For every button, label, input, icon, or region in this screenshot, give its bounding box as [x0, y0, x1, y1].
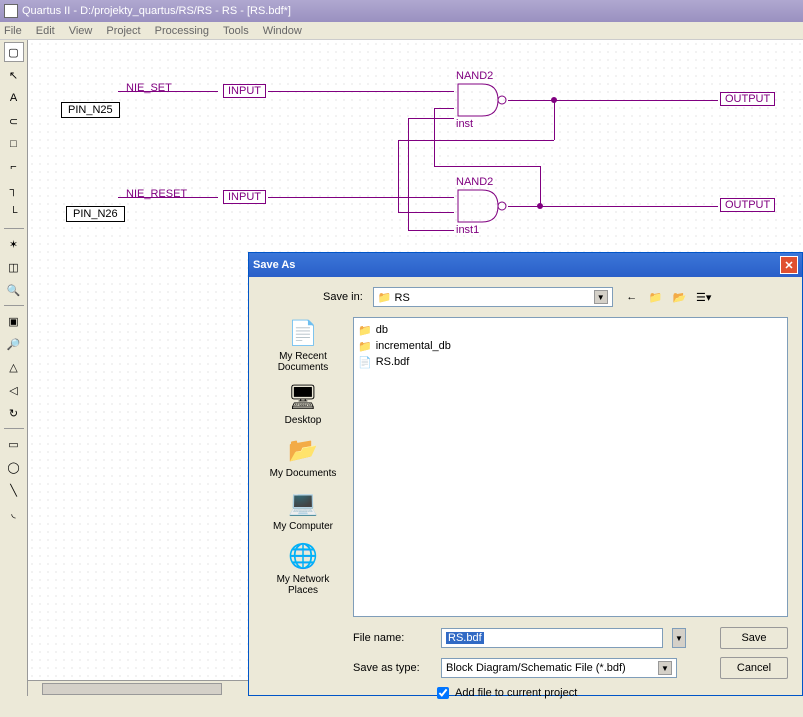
place-my-recent-documents[interactable]: 📄My Recent Documents	[263, 317, 343, 373]
file-item[interactable]: 📁db	[358, 322, 783, 338]
output-block-1: OUTPUT	[720, 92, 775, 106]
cancel-button[interactable]: Cancel	[720, 657, 788, 679]
menu-view[interactable]: View	[69, 25, 93, 37]
file-item[interactable]: 📄RS.bdf	[358, 354, 783, 370]
wire-node	[551, 97, 557, 103]
pin-n26: PIN_N26	[66, 206, 125, 222]
up-folder-icon[interactable]: 📁	[647, 288, 665, 306]
place-my-computer[interactable]: 💻My Computer	[273, 487, 333, 532]
find-icon[interactable]: 🔎	[4, 334, 24, 354]
menu-project[interactable]: Project	[106, 25, 140, 37]
text-icon[interactable]: A	[4, 88, 24, 108]
zoom-icon[interactable]: 🔍	[4, 280, 24, 300]
nand-gate-2	[454, 186, 514, 226]
fullscreen-icon[interactable]: ▣	[4, 311, 24, 331]
dialog-title: Save As	[253, 259, 295, 271]
menu-window[interactable]: Window	[263, 25, 302, 37]
partial-icon[interactable]: ◫	[4, 257, 24, 277]
net-reset-label: NIE_RESET	[126, 188, 187, 200]
filename-label: File name:	[353, 632, 431, 644]
filetype-label: Save as type:	[353, 662, 431, 674]
filetype-combo[interactable]: Block Diagram/Schematic File (*.bdf) ▼	[441, 658, 677, 678]
menu-tools[interactable]: Tools	[223, 25, 249, 37]
gate1-inst: inst	[456, 118, 473, 130]
chevron-down-icon[interactable]: ▼	[672, 628, 686, 648]
file-list[interactable]: 📁db📁incremental_db📄RS.bdf	[353, 317, 788, 617]
app-icon: ✦	[4, 4, 18, 18]
save-in-label: Save in:	[323, 291, 363, 303]
scrollbar-thumb[interactable]	[42, 683, 222, 695]
filename-input[interactable]: RS.bdf	[441, 628, 663, 648]
flip-v-icon[interactable]: ◁	[4, 380, 24, 400]
save-in-combo[interactable]: 📁 RS ▼	[373, 287, 613, 307]
ortho2-icon[interactable]: ┐	[4, 180, 24, 200]
toolbox: ▢ ↖ A ⊂ □ ⌐ ┐ └ ✶ ◫ 🔍 ▣ 🔎 △ ◁ ↻ ▭ ◯ ╲ ◟	[0, 40, 28, 696]
dialog-titlebar[interactable]: Save As ✕	[249, 253, 802, 277]
place-my-network-places[interactable]: 🌐My Network Places	[263, 540, 343, 596]
rotate-icon[interactable]: ↻	[4, 403, 24, 423]
wire-icon[interactable]: └	[4, 203, 24, 223]
place-my-documents[interactable]: 📂My Documents	[270, 434, 337, 479]
gate1-type: NAND2	[456, 70, 493, 82]
chevron-down-icon[interactable]: ▼	[658, 661, 672, 675]
window-title: Quartus II - D:/projekty_quartus/RS/RS -…	[22, 5, 291, 17]
places-bar: 📄My Recent Documents 🖥Desktop 📂My Document…	[263, 317, 343, 617]
close-icon[interactable]: ✕	[780, 256, 798, 274]
gate2-type: NAND2	[456, 176, 493, 188]
rect-icon[interactable]: □	[4, 134, 24, 154]
add-to-project-label: Add file to current project	[455, 687, 577, 699]
input-block-2: INPUT	[223, 190, 266, 204]
net-set-label: NIE_SET	[126, 82, 172, 94]
views-icon[interactable]: ☰▾	[695, 288, 713, 306]
shape-arc-icon[interactable]: ◟	[4, 503, 24, 523]
pin-n25: PIN_N25	[61, 102, 120, 118]
block-icon[interactable]: ▢	[4, 42, 24, 62]
file-item[interactable]: 📁incremental_db	[358, 338, 783, 354]
gate2-inst: inst1	[456, 224, 479, 236]
nand-gate-1	[454, 80, 514, 120]
shape-rect-icon[interactable]: ▭	[4, 434, 24, 454]
arrow-icon[interactable]: ↖	[4, 65, 24, 85]
save-as-dialog: Save As ✕ Save in: 📁 RS ▼ ← 📁 📂 ☰▾ 📄My R…	[248, 252, 803, 696]
save-button[interactable]: Save	[720, 627, 788, 649]
menu-edit[interactable]: Edit	[36, 25, 55, 37]
add-to-project-checkbox[interactable]	[437, 687, 449, 699]
input-block-1: INPUT	[223, 84, 266, 98]
chevron-down-icon[interactable]: ▼	[594, 290, 608, 304]
menu-file[interactable]: File	[4, 25, 22, 37]
flip-h-icon[interactable]: △	[4, 357, 24, 377]
output-block-2: OUTPUT	[720, 198, 775, 212]
symbol-icon[interactable]: ⊂	[4, 111, 24, 131]
wire-node	[537, 203, 543, 209]
ortho-icon[interactable]: ⌐	[4, 157, 24, 177]
menu-processing[interactable]: Processing	[155, 25, 209, 37]
shape-line-icon[interactable]: ╲	[4, 480, 24, 500]
place-desktop[interactable]: 🖥Desktop	[285, 381, 322, 426]
titlebar: ✦ Quartus II - D:/projekty_quartus/RS/RS…	[0, 0, 803, 22]
signal-icon[interactable]: ✶	[4, 234, 24, 254]
new-folder-icon[interactable]: 📂	[671, 288, 689, 306]
back-icon[interactable]: ←	[623, 288, 641, 306]
shape-oval-icon[interactable]: ◯	[4, 457, 24, 477]
menubar: File Edit View Project Processing Tools …	[0, 22, 803, 40]
